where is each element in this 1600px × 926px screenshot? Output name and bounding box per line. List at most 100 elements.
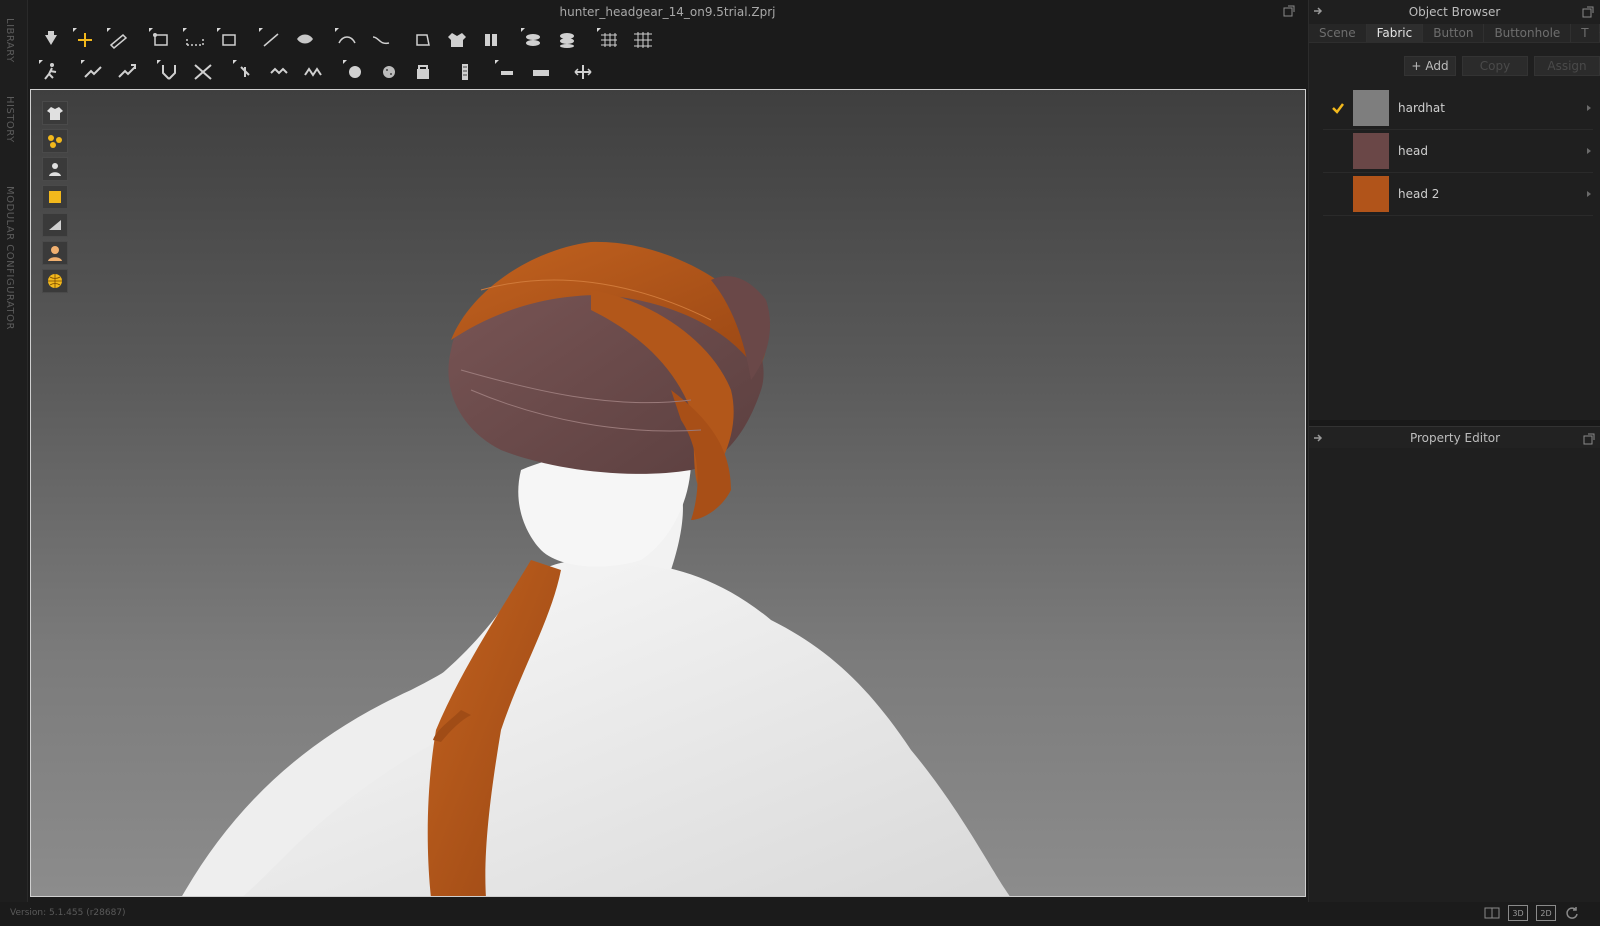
fabric-actions: + Add Copy Assign — [1309, 49, 1600, 83]
toolbar-bottom — [30, 56, 1305, 88]
edit-tack-tool[interactable] — [296, 57, 330, 87]
pencil-pattern-icon — [109, 33, 128, 50]
measure-tool[interactable] — [524, 57, 558, 87]
fabric-swatch — [1353, 90, 1389, 126]
view-3d-button[interactable]: 3D — [1508, 905, 1528, 921]
free-sewing-icon — [162, 65, 176, 80]
hand-pull-icon — [45, 31, 57, 45]
avatar-icon — [49, 163, 61, 176]
row-expand-icon — [1587, 105, 1591, 111]
float-panel-icon[interactable] — [1582, 6, 1594, 18]
edit-sewing-tool[interactable] — [76, 57, 110, 87]
polygon-tool[interactable] — [178, 25, 212, 55]
assign-fabric-button[interactable]: Assign — [1534, 56, 1600, 76]
property-editor-header: Property Editor — [1309, 426, 1600, 448]
free-sewing-tool[interactable] — [152, 57, 186, 87]
edit-sewing-icon — [84, 66, 102, 78]
split-view-icon[interactable] — [1484, 905, 1500, 921]
check-sewing-tool[interactable] — [186, 57, 220, 87]
edit-pattern-tool[interactable] — [102, 25, 136, 55]
select-avatar-tool[interactable] — [34, 57, 68, 87]
elastic-tool[interactable] — [490, 57, 524, 87]
pin-tool[interactable] — [228, 57, 262, 87]
assign-label: Assign — [1547, 59, 1587, 73]
edit-point-tool[interactable] — [144, 25, 178, 55]
view-2d-button[interactable]: 2D — [1536, 905, 1556, 921]
arrangement-plane-tool[interactable] — [440, 25, 474, 55]
skin-icon — [48, 246, 62, 261]
fold-grid-tool[interactable] — [626, 25, 660, 55]
fold-arrangement-icon — [416, 34, 430, 46]
modular-configurator-tab[interactable]: MODULAR CONFIGURATOR — [4, 186, 15, 330]
fabric-name: head — [1398, 144, 1428, 158]
button-icon — [349, 66, 361, 78]
particle-toggle[interactable] — [42, 129, 68, 153]
move-tool[interactable] — [566, 57, 600, 87]
pull-tool[interactable] — [34, 25, 68, 55]
surface-toggle[interactable] — [42, 213, 68, 237]
environment-toggle[interactable] — [42, 269, 68, 293]
tab-scene[interactable]: Scene — [1309, 24, 1367, 42]
fabric-row-hardhat[interactable]: hardhat — [1323, 87, 1593, 130]
segment-sew-icon — [338, 36, 356, 44]
cross-move-icon — [78, 33, 92, 47]
surface-icon — [49, 220, 61, 230]
tab-fabric[interactable]: Fabric — [1366, 24, 1424, 42]
layer-tool[interactable] — [550, 25, 584, 55]
select-button-tool[interactable] — [406, 57, 440, 87]
property-editor-title: Property Editor — [1409, 430, 1501, 445]
viewport-side-tools — [42, 101, 68, 293]
tab-buttonhole[interactable]: Buttonhole — [1484, 24, 1572, 42]
layer-stack-icon — [526, 34, 540, 46]
fabric-list: hardhat head head 2 — [1323, 87, 1593, 216]
library-tab[interactable]: LIBRARY — [4, 18, 15, 63]
free-sew-tool[interactable] — [364, 25, 398, 55]
measure-icon — [533, 70, 549, 76]
check-sewing-icon — [194, 64, 212, 80]
fold-arrangement-tool[interactable] — [406, 25, 440, 55]
layer-coil-icon — [560, 33, 574, 48]
internal-line-tool[interactable] — [254, 25, 288, 55]
tab-topstitch[interactable]: T — [1571, 24, 1600, 42]
show-grid-tool[interactable] — [592, 25, 626, 55]
segment-sew-tool[interactable] — [330, 25, 364, 55]
copy-fabric-button[interactable]: Copy — [1462, 56, 1528, 76]
float-panel-icon[interactable] — [1583, 433, 1595, 445]
segment-sewing-icon — [118, 64, 136, 78]
rectangle-icon — [222, 34, 236, 46]
skin-toggle[interactable] — [42, 241, 68, 265]
object-browser-title: Object Browser — [1408, 5, 1501, 19]
tab-button[interactable]: Button — [1423, 24, 1485, 42]
refresh-icon[interactable] — [1564, 905, 1580, 921]
garment-icon — [47, 107, 63, 120]
object-browser-header: Object Browser — [1309, 0, 1600, 24]
avatar-toggle[interactable] — [42, 157, 68, 181]
edit-tack-icon — [304, 67, 322, 77]
texture-toggle[interactable] — [42, 185, 68, 209]
trace-icon — [297, 34, 313, 44]
float-window-icon[interactable] — [1283, 5, 1295, 17]
fabric-row-head-2[interactable]: head 2 — [1323, 173, 1593, 216]
trace-tool[interactable] — [288, 25, 322, 55]
tack-tool[interactable] — [474, 25, 508, 55]
strengthen-tool[interactable] — [516, 25, 550, 55]
garment-toggle[interactable] — [42, 101, 68, 125]
avatar-scene — [182, 241, 1010, 896]
rectangle-tool[interactable] — [212, 25, 246, 55]
buttonhole-tool[interactable] — [372, 57, 406, 87]
segment-sewing-tool[interactable] — [110, 57, 144, 87]
fold-tack-icon — [270, 67, 288, 75]
zipper-tool[interactable] — [448, 57, 482, 87]
3d-viewport[interactable] — [30, 89, 1306, 897]
toolbar-top — [30, 24, 1305, 56]
pin-panel-icon[interactable] — [1313, 433, 1323, 443]
add-fabric-button[interactable]: + Add — [1404, 56, 1456, 76]
checkmark-icon — [1323, 102, 1353, 114]
history-tab[interactable]: HISTORY — [4, 96, 15, 143]
fold-tack-tool[interactable] — [262, 57, 296, 87]
transform-pattern-tool[interactable] — [68, 25, 102, 55]
pin-panel-icon[interactable] — [1313, 6, 1323, 16]
button-tool[interactable] — [338, 57, 372, 87]
running-figure-icon — [44, 63, 57, 80]
fabric-row-head[interactable]: head — [1323, 130, 1593, 173]
